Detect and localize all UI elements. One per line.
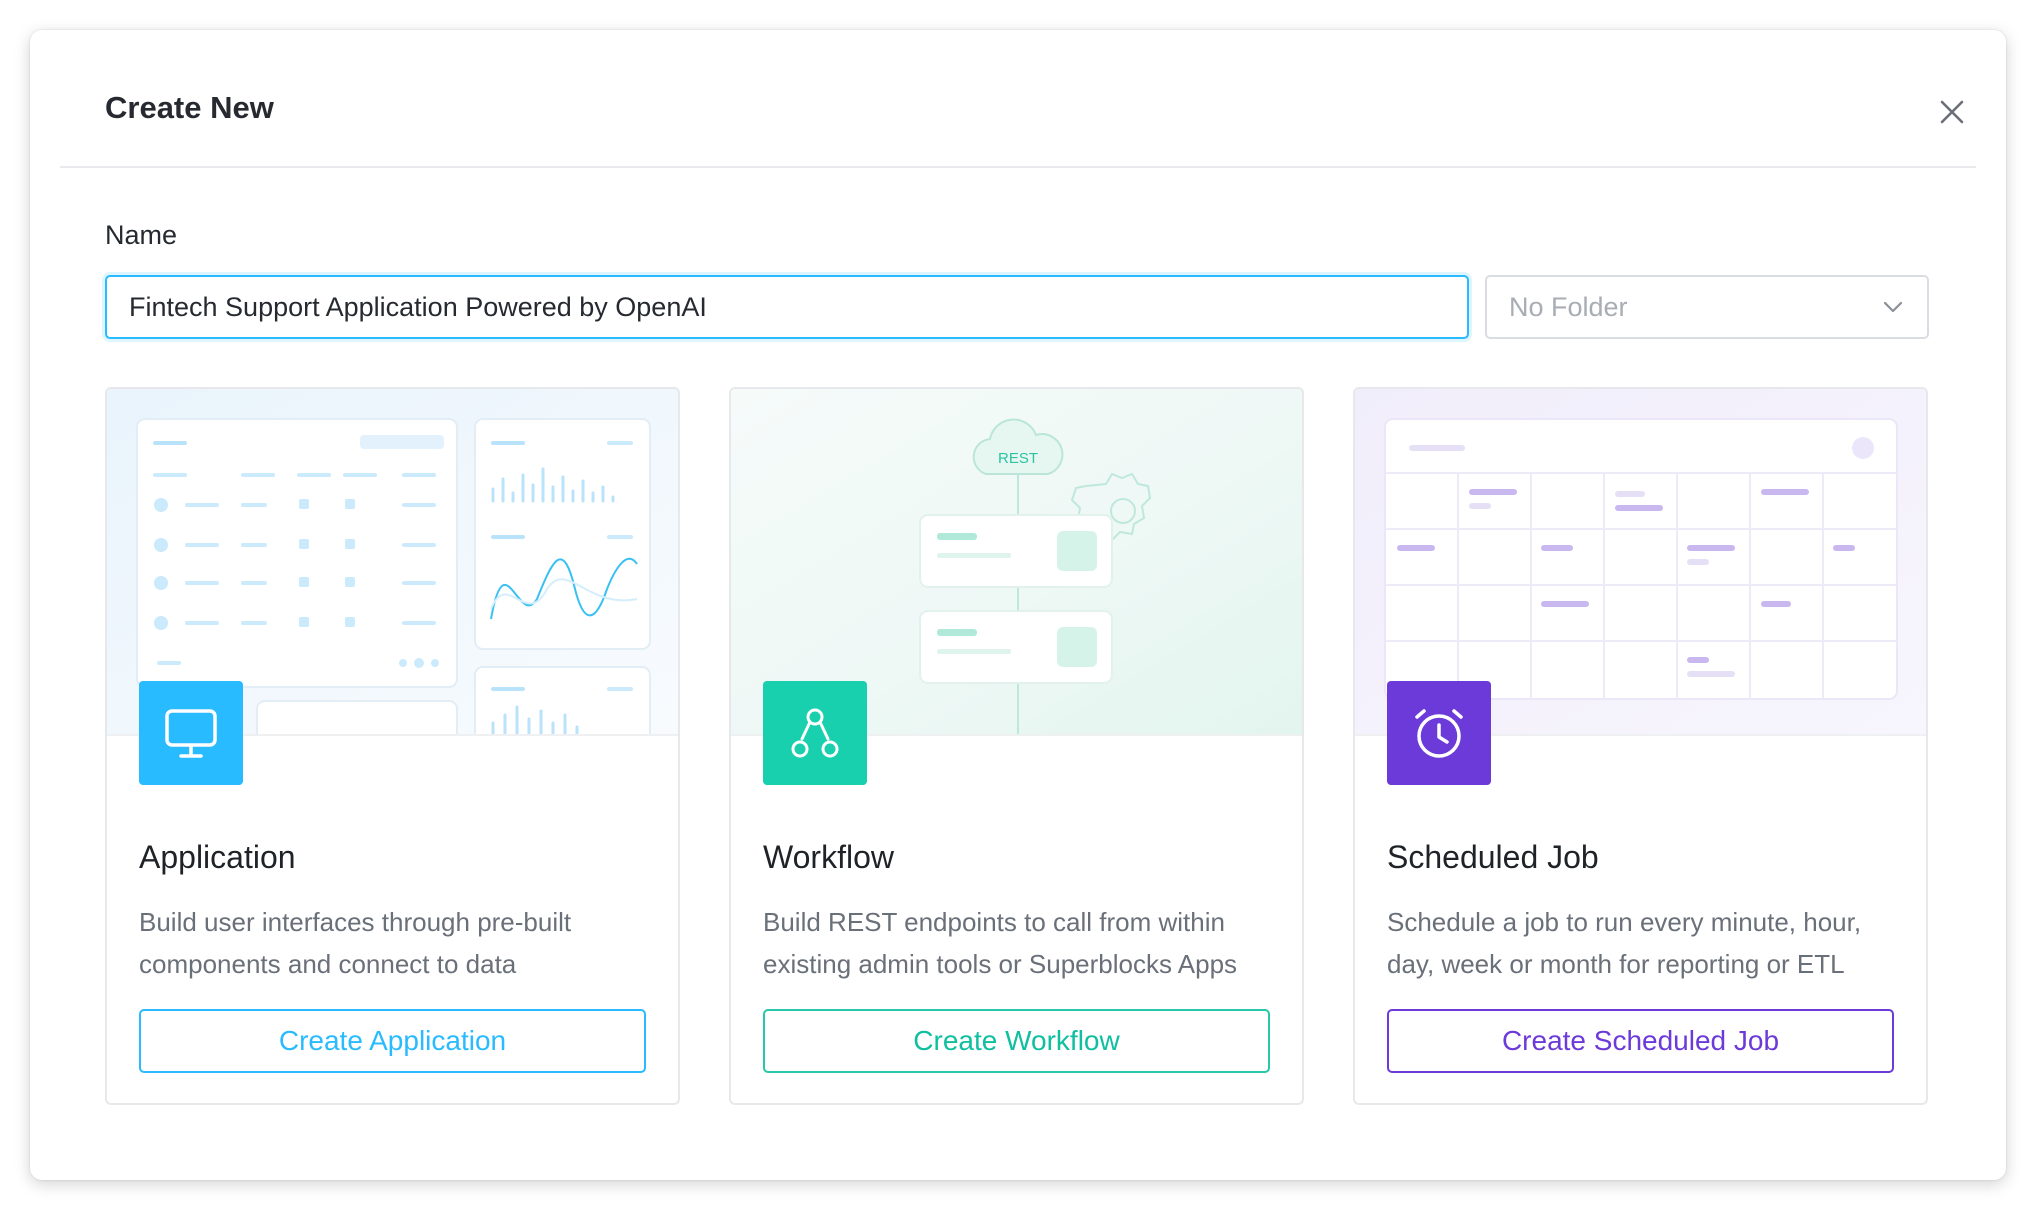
dialog-title: Create New bbox=[105, 90, 274, 125]
name-label: Name bbox=[105, 220, 178, 250]
folder-select[interactable]: No Folder bbox=[1485, 275, 1929, 339]
workflow-icon-tile bbox=[763, 681, 867, 785]
create-workflow-button[interactable]: Create Workflow bbox=[763, 1009, 1270, 1073]
scheduled-job-icon-tile bbox=[1387, 681, 1491, 785]
close-button[interactable] bbox=[1932, 92, 1972, 132]
scheduled-job-card: Scheduled Job Schedule a job to run ever… bbox=[1353, 387, 1928, 1105]
create-scheduled-job-button[interactable]: Create Scheduled Job bbox=[1387, 1009, 1894, 1073]
scheduled-job-description: Schedule a job to run every minute, hour… bbox=[1387, 907, 1862, 979]
create-new-dialog: Create New Name No Folder bbox=[30, 30, 2006, 1180]
workflow-title: Workflow bbox=[763, 839, 894, 875]
workflow-icon bbox=[791, 708, 839, 758]
close-icon bbox=[1940, 100, 1964, 124]
application-icon-tile bbox=[139, 681, 243, 785]
alarm-clock-icon bbox=[1415, 709, 1463, 758]
dialog-header: Create New bbox=[60, 30, 1976, 168]
create-application-button[interactable]: Create Application bbox=[139, 1009, 646, 1073]
name-input[interactable] bbox=[105, 275, 1469, 339]
folder-placeholder: No Folder bbox=[1509, 291, 1628, 322]
rest-label: REST bbox=[998, 450, 1038, 467]
scheduled-job-title: Scheduled Job bbox=[1387, 839, 1599, 875]
workflow-card: REST Workflow Build REST endpoints to ca… bbox=[729, 387, 1304, 1105]
application-title: Application bbox=[139, 839, 296, 875]
chevron-down-icon bbox=[1883, 301, 1903, 313]
workflow-description: Build REST endpoints to call from within… bbox=[763, 907, 1238, 979]
application-card: Application Build user interfaces throug… bbox=[105, 387, 680, 1105]
monitor-icon bbox=[165, 709, 217, 758]
application-description: Build user interfaces through pre-built … bbox=[139, 907, 572, 979]
